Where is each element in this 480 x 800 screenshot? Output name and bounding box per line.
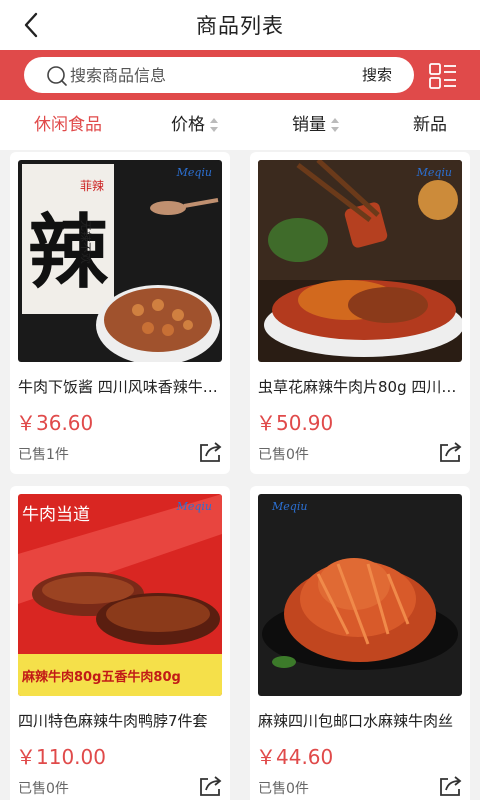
tab-price[interactable]: 价格 [171,100,219,150]
image-headline: 牛肉当道 [22,505,90,525]
sort-icon [210,118,218,132]
product-image[interactable]: 牛肉当道 麻辣牛肉80g五香牛肉80g Meqiu [18,494,222,696]
svg-text:无辣不欢: 无辣不欢 [79,220,93,264]
tab-label: 价格 [171,115,205,135]
product-card[interactable]: Meqiu 虫草花麻辣牛肉片80g 四川特产 ￥50.90 已售0件 [250,152,470,474]
search-input[interactable] [70,57,350,93]
search-button[interactable]: 搜索 [362,57,392,93]
brand-logo: Meqiu [176,166,212,179]
back-arrow-icon[interactable] [18,10,48,40]
brand-logo: Meqiu [272,500,308,513]
search-bar-strip: 搜索 [0,50,480,100]
product-price: ￥50.90 [256,411,334,435]
product-title[interactable]: 虫草花麻辣牛肉片80g 四川特产 [258,376,462,397]
layout-toggle-icon[interactable] [428,61,458,91]
product-card[interactable]: Meqiu 麻辣四川包邮口水麻辣牛肉丝 ￥44.60 已售0件 [250,486,470,800]
product-card[interactable]: 牛肉当道 麻辣牛肉80g五香牛肉80g Meqiu 四川特色麻辣牛肉鸭脖7件套 … [10,486,230,800]
tab-label: 销量 [292,115,326,135]
product-sold-count: 已售0件 [258,781,309,797]
product-price: ￥36.60 [16,411,94,435]
tab-sales[interactable]: 销量 [292,100,340,150]
share-icon[interactable] [198,774,224,798]
image-caption: 麻辣牛肉80g五香牛肉80g [22,670,181,685]
product-image[interactable]: Meqiu [258,494,462,696]
product-card[interactable]: 辣 菲辣 无辣不欢 Meqiu 牛肉下饭酱 四川风味香辣牛肉酱 ￥36.60 已… [10,152,230,474]
product-image[interactable]: 辣 菲辣 无辣不欢 Meqiu [18,160,222,362]
app-header: 商品列表 [0,0,480,50]
search-icon [47,66,67,86]
filter-tabs: 休闲食品 价格 销量 新品 [0,100,480,150]
page-title: 商品列表 [196,14,284,38]
tab-snacks[interactable]: 休闲食品 [34,100,102,150]
svg-text:菲辣: 菲辣 [80,179,104,193]
share-icon[interactable] [198,440,224,464]
share-icon[interactable] [438,774,464,798]
svg-text:辣: 辣 [28,205,109,299]
tab-label: 休闲食品 [34,115,102,135]
product-price: ￥44.60 [256,745,334,769]
product-price: ￥110.00 [16,745,106,769]
product-sold-count: 已售0件 [258,447,309,463]
product-title[interactable]: 牛肉下饭酱 四川风味香辣牛肉酱 [18,376,222,397]
brand-logo: Meqiu [416,166,452,179]
product-title[interactable]: 四川特色麻辣牛肉鸭脖7件套 [18,710,222,731]
product-title[interactable]: 麻辣四川包邮口水麻辣牛肉丝 [258,710,462,731]
product-sold-count: 已售1件 [18,447,69,463]
search-box: 搜索 [24,57,414,93]
share-icon[interactable] [438,440,464,464]
tab-new[interactable]: 新品 [413,100,447,150]
product-sold-count: 已售0件 [18,781,69,797]
sort-icon [331,118,339,132]
product-image[interactable]: Meqiu [258,160,462,362]
brand-logo: Meqiu [176,500,212,513]
tab-label: 新品 [413,115,447,135]
